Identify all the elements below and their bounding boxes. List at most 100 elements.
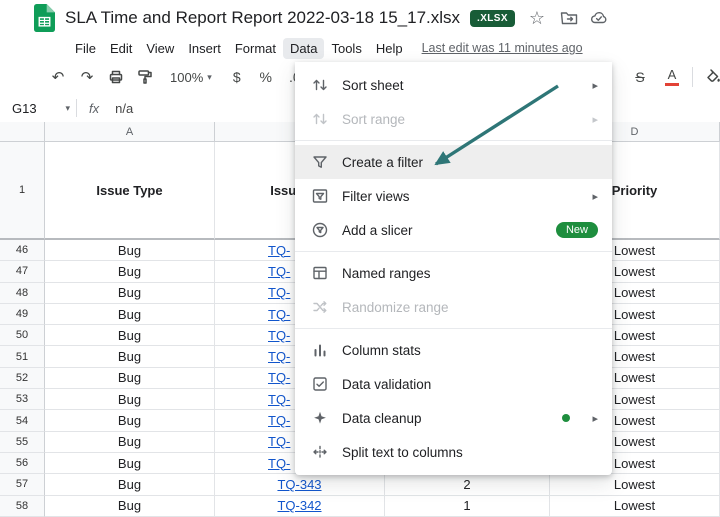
row-number[interactable]: 51 [0, 346, 45, 367]
last-edit-link[interactable]: Last edit was 11 minutes ago [422, 41, 583, 55]
menu-item-sort-sheet[interactable]: Sort sheet ▸ [295, 68, 612, 102]
issue-key-link[interactable]: TQ- [268, 456, 290, 471]
formula-bar-divider [76, 99, 77, 117]
menu-help[interactable]: Help [369, 38, 410, 59]
row-number[interactable]: 47 [0, 261, 45, 282]
menu-separator [295, 251, 612, 252]
submenu-arrow-icon: ▸ [592, 79, 598, 92]
cell-issue-type[interactable]: Bug [45, 346, 215, 367]
cell-value[interactable]: 2 [385, 474, 550, 495]
cloud-status-icon[interactable] [589, 8, 609, 28]
menu-item-create-a-filter[interactable]: Create a filter [295, 145, 612, 179]
cell-issue-type[interactable]: Bug [45, 389, 215, 410]
zoom-control[interactable]: 100% ▾ [162, 70, 220, 85]
text-color-button[interactable]: A [660, 64, 684, 90]
issue-key-link[interactable]: TQ- [268, 370, 290, 385]
xlsx-badge: .XLSX [470, 10, 515, 27]
menu-format[interactable]: Format [228, 38, 283, 59]
menu-item-data-validation[interactable]: Data validation [295, 367, 612, 401]
issue-key-link[interactable]: TQ- [268, 434, 290, 449]
print-button[interactable] [104, 64, 128, 90]
menu-item-sort-range[interactable]: Sort range ▸ [295, 102, 612, 136]
issue-key-link[interactable]: TQ- [268, 392, 290, 407]
cell-issue-type[interactable]: Bug [45, 432, 215, 453]
name-box[interactable]: G13 ▾ [0, 101, 70, 116]
sheets-logo[interactable] [34, 4, 55, 32]
issue-key-link[interactable]: TQ-343 [277, 477, 321, 492]
issue-key-link[interactable]: TQ- [268, 413, 290, 428]
cell-issue-type[interactable]: Bug [45, 240, 215, 261]
column-header-a[interactable]: A [45, 122, 215, 142]
format-currency-button[interactable]: $ [225, 64, 249, 90]
menu-file[interactable]: File [68, 38, 103, 59]
fill-color-button[interactable] [701, 64, 720, 90]
issue-key-link[interactable]: TQ-342 [277, 498, 321, 513]
issue-key-link[interactable]: TQ- [268, 285, 290, 300]
cell-issue-type[interactable]: Bug [45, 304, 215, 325]
undo-button[interactable]: ↶ [46, 64, 70, 90]
cell-issue-key[interactable]: TQ-343 [215, 474, 385, 495]
zoom-value: 100% [170, 70, 203, 85]
shuffle-icon [311, 298, 329, 316]
menu-data[interactable]: Data [283, 38, 324, 59]
row-number[interactable]: 46 [0, 240, 45, 261]
cell-issue-type[interactable]: Bug [45, 453, 215, 474]
data-menu-dropdown: Sort sheet ▸ Sort range ▸ Create a filte… [295, 62, 612, 475]
menu-insert[interactable]: Insert [181, 38, 228, 59]
row-number[interactable]: 1 [0, 142, 45, 240]
cell-issue-type[interactable]: Bug [45, 410, 215, 431]
cell-issue-type[interactable]: Bug [45, 325, 215, 346]
menu-tools[interactable]: Tools [324, 38, 368, 59]
row-number[interactable]: 55 [0, 432, 45, 453]
paint-format-button[interactable] [133, 64, 157, 90]
header-cell-issue-type[interactable]: Issue Type [45, 142, 215, 240]
menu-view[interactable]: View [139, 38, 181, 59]
cell-value[interactable]: 1 [385, 496, 550, 517]
menu-item-named-ranges[interactable]: Named ranges [295, 256, 612, 290]
issue-key-link[interactable]: TQ- [268, 307, 290, 322]
menu-item-column-stats[interactable]: Column stats [295, 333, 612, 367]
status-dot [562, 414, 570, 422]
menu-item-split-text-to-columns[interactable]: Split text to columns [295, 435, 612, 469]
cell-issue-type[interactable]: Bug [45, 283, 215, 304]
cell-issue-type[interactable]: Bug [45, 261, 215, 282]
row-number[interactable]: 53 [0, 389, 45, 410]
sort-icon [311, 110, 329, 128]
redo-button[interactable]: ↷ [75, 64, 99, 90]
row-number[interactable]: 52 [0, 368, 45, 389]
format-percent-button[interactable]: % [254, 64, 278, 90]
issue-key-link[interactable]: TQ- [268, 328, 290, 343]
filter-views-icon [311, 187, 329, 205]
validation-icon [311, 375, 329, 393]
document-title[interactable]: SLA Time and Report Report 2022-03-18 15… [65, 8, 460, 28]
cell-issue-key[interactable]: TQ-342 [215, 496, 385, 517]
menu-item-add-a-slicer[interactable]: Add a slicer New [295, 213, 612, 247]
row-number[interactable]: 50 [0, 325, 45, 346]
formula-bar-value[interactable]: n/a [115, 101, 133, 116]
menu-item-filter-views[interactable]: Filter views ▸ [295, 179, 612, 213]
cell-issue-type[interactable]: Bug [45, 474, 215, 495]
chevron-down-icon: ▾ [207, 72, 212, 83]
issue-key-link[interactable]: TQ- [268, 243, 290, 258]
named-ranges-icon [311, 264, 329, 282]
menu-edit[interactable]: Edit [103, 38, 139, 59]
strikethrough-button[interactable]: S [628, 64, 652, 90]
cell-issue-type[interactable]: Bug [45, 368, 215, 389]
cell-priority[interactable]: Lowest [550, 474, 720, 495]
star-icon[interactable]: ☆ [525, 8, 549, 29]
cell-priority[interactable]: Lowest [550, 496, 720, 517]
issue-key-link[interactable]: TQ- [268, 349, 290, 364]
cell-issue-type[interactable]: Bug [45, 496, 215, 517]
issue-key-link[interactable]: TQ- [268, 264, 290, 279]
row-number[interactable]: 48 [0, 283, 45, 304]
row-number[interactable]: 56 [0, 453, 45, 474]
row-number[interactable]: 57 [0, 474, 45, 495]
select-all-corner[interactable] [0, 122, 45, 142]
menu-item-data-cleanup[interactable]: Data cleanup ▸ [295, 401, 612, 435]
menu-item-label: Named ranges [342, 266, 598, 281]
move-folder-icon[interactable] [559, 8, 579, 28]
menu-item-randomize-range[interactable]: Randomize range [295, 290, 612, 324]
row-number[interactable]: 49 [0, 304, 45, 325]
row-number[interactable]: 54 [0, 410, 45, 431]
row-number[interactable]: 58 [0, 496, 45, 517]
